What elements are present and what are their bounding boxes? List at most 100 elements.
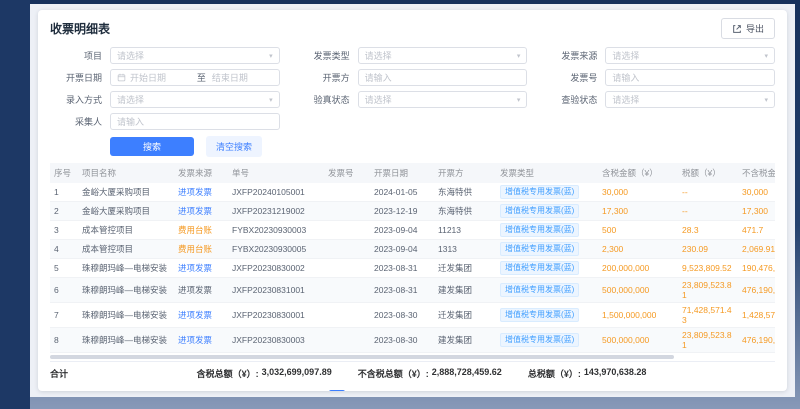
scrollbar-thumb[interactable] bbox=[50, 355, 674, 359]
cell-invoice-type: 增值税专用发票(蓝) bbox=[496, 328, 598, 353]
cell-amount-without-tax: 471.7 bbox=[738, 221, 775, 240]
table-row[interactable]: 4成本管控项目费用台账FYBX202309300052023-09-041313… bbox=[50, 240, 775, 259]
cell-row-index: 4 bbox=[50, 240, 78, 259]
table-row[interactable]: 2金峪大厦采购项目进项发票JXFP202312190022023-12-19东海… bbox=[50, 202, 775, 221]
table-row[interactable]: 1金峪大厦采购项目进项发票JXFP202401050012024-01-05东海… bbox=[50, 183, 775, 202]
filter-grid: 项目请选择▾发票类型请选择▾发票来源请选择▾开票日期开始日期至结束日期开票方发票… bbox=[50, 47, 775, 130]
search-button[interactable]: 搜索 bbox=[110, 137, 194, 156]
chevron-down-icon: ▾ bbox=[764, 52, 768, 60]
cell-order-no: JXFP20230830001 bbox=[228, 303, 324, 328]
page-button-3[interactable]: 3 bbox=[365, 390, 381, 391]
page-button-4[interactable]: 4 bbox=[383, 390, 399, 391]
table-row[interactable]: 7珠穆朗玛峰—电梯安装进项发票JXFP202308300012023-08-30… bbox=[50, 303, 775, 328]
cell-amount-with-tax: 17,300 bbox=[598, 202, 678, 221]
column-header: 含税金额（¥） bbox=[598, 163, 678, 183]
invoice-source-select[interactable]: 请选择▾ bbox=[605, 47, 775, 64]
cell-amount-without-tax: 190,476,190.48 bbox=[738, 259, 775, 278]
cell-invoice-source: 进项发票 bbox=[174, 328, 228, 353]
cell-issuer: 建发集团 bbox=[434, 278, 496, 303]
table-row[interactable]: 8珠穆朗玛峰—电梯安装进项发票JXFP202308300032023-08-30… bbox=[50, 328, 775, 353]
cell-row-index: 2 bbox=[50, 202, 78, 221]
cell-amount-without-tax: 476,190,476.19 bbox=[738, 278, 775, 303]
cell-tax-amount: 9,523,809.52 bbox=[678, 259, 738, 278]
cell-amount-with-tax: 30,000 bbox=[598, 183, 678, 202]
cell-invoice-no bbox=[324, 278, 370, 303]
summary-item-value: 3,032,699,097.89 bbox=[262, 367, 332, 380]
cell-invoice-type: 增值税专用发票(蓝) bbox=[496, 240, 598, 259]
cell-invoice-no bbox=[324, 202, 370, 221]
invoice-no-input[interactable] bbox=[612, 73, 768, 83]
filter-actions: 搜索 清空搜索 bbox=[110, 136, 775, 157]
cell-row-index: 3 bbox=[50, 221, 78, 240]
column-header: 序号 bbox=[50, 163, 78, 183]
column-header: 项目名称 bbox=[78, 163, 174, 183]
end-date-placeholder: 结束日期 bbox=[212, 71, 273, 84]
summary-item: 含税总额（¥）:3,032,699,097.89 bbox=[197, 367, 332, 380]
goto-page-input[interactable] bbox=[527, 391, 553, 392]
page-button-1[interactable]: 1 bbox=[329, 390, 345, 391]
chevron-down-icon: ▾ bbox=[269, 96, 273, 104]
check-status-select[interactable]: 请选择▾ bbox=[605, 91, 775, 108]
page-button-5[interactable]: 5 bbox=[401, 390, 417, 391]
chevron-down-icon: ▾ bbox=[269, 52, 273, 60]
cell-project-name: 珠穆朗玛峰—电梯安装 bbox=[78, 278, 174, 303]
cell-order-no: JXFP20230831001 bbox=[228, 278, 324, 303]
filter-field-invoice-type: 发票类型请选择▾ bbox=[298, 47, 528, 64]
summary-item: 总税额（¥）:143,970,638.28 bbox=[528, 367, 647, 380]
table-row[interactable]: 5珠穆朗玛峰—电梯安装进项发票JXFP202308300022023-08-31… bbox=[50, 259, 775, 278]
cell-row-index: 1 bbox=[50, 183, 78, 202]
filter-field-invoice-source: 发票来源请选择▾ bbox=[545, 47, 775, 64]
cell-invoice-no bbox=[324, 259, 370, 278]
app-content-area: 收票明细表 导出 项目请选择▾发票类型请选择▾发票来源请选择▾开票日期开始日期至… bbox=[30, 4, 795, 397]
invoice-type-tag: 增值税专用发票(蓝) bbox=[500, 308, 579, 322]
date-range-separator: 至 bbox=[197, 71, 206, 84]
page-button-6[interactable]: 6 bbox=[419, 390, 435, 391]
cell-amount-without-tax: 1,428,571,428.57 bbox=[738, 303, 775, 328]
horizontal-scrollbar[interactable] bbox=[50, 355, 775, 359]
invoice-type-select[interactable]: 请选择▾ bbox=[358, 47, 528, 64]
filter-label: 采集人 bbox=[50, 115, 102, 128]
next-page-button[interactable]: › bbox=[475, 390, 491, 391]
filter-field-collector: 采集人 bbox=[50, 113, 280, 130]
cell-invoice-source: 进项发票 bbox=[174, 303, 228, 328]
summary-item-label: 总税额（¥）: bbox=[528, 367, 581, 380]
invoice-type-tag: 增值税专用发票(蓝) bbox=[500, 283, 579, 297]
issuer-input[interactable] bbox=[365, 73, 521, 83]
chevron-down-icon: ▾ bbox=[517, 52, 521, 60]
cell-tax-amount: 28.3 bbox=[678, 221, 738, 240]
chevron-down-icon: ▾ bbox=[764, 96, 768, 104]
summary-items: 含税总额（¥）:3,032,699,097.89不含税总额（¥）:2,888,7… bbox=[68, 367, 775, 380]
invoice-table: 序号项目名称发票来源单号发票号开票日期开票方发票类型含税金额（¥）税额（¥）不含… bbox=[50, 163, 775, 353]
select-placeholder: 请选择 bbox=[365, 49, 517, 62]
column-header: 单号 bbox=[228, 163, 324, 183]
collector-input[interactable] bbox=[117, 117, 273, 127]
filter-field-project: 项目请选择▾ bbox=[50, 47, 280, 64]
cell-project-name: 珠穆朗玛峰—电梯安装 bbox=[78, 259, 174, 278]
cell-invoice-type: 增值税专用发票(蓝) bbox=[496, 183, 598, 202]
entry-method-select[interactable]: 请选择▾ bbox=[110, 91, 280, 108]
page-button-8[interactable]: 8 bbox=[455, 390, 471, 391]
verify-status-select[interactable]: 请选择▾ bbox=[358, 91, 528, 108]
table-row[interactable]: 3成本管控项目费用台账FYBX202309300032023-09-041121… bbox=[50, 221, 775, 240]
clear-search-button[interactable]: 清空搜索 bbox=[206, 136, 262, 157]
cell-tax-amount: 230.09 bbox=[678, 240, 738, 259]
cell-invoice-date: 2023-08-31 bbox=[370, 278, 434, 303]
summary-total-label: 合计 bbox=[50, 367, 68, 380]
calendar-icon bbox=[117, 73, 126, 82]
prev-page-button[interactable]: ‹ bbox=[309, 390, 325, 391]
project-select[interactable]: 请选择▾ bbox=[110, 47, 280, 64]
export-button[interactable]: 导出 bbox=[721, 18, 775, 39]
cell-amount-with-tax: 500,000,000 bbox=[598, 328, 678, 353]
pagination: 共 142 条 ‹ 123456···8 › 前往 页 bbox=[50, 385, 775, 391]
cell-order-no: JXFP20231219002 bbox=[228, 202, 324, 221]
column-header: 发票类型 bbox=[496, 163, 598, 183]
table-row[interactable]: 6珠穆朗玛峰—电梯安装进项发票JXFP202308310012023-08-31… bbox=[50, 278, 775, 303]
page-button-2[interactable]: 2 bbox=[347, 390, 363, 391]
cell-invoice-no bbox=[324, 183, 370, 202]
cell-amount-with-tax: 500,000,000 bbox=[598, 278, 678, 303]
column-header: 发票来源 bbox=[174, 163, 228, 183]
cell-invoice-type: 增值税专用发票(蓝) bbox=[496, 221, 598, 240]
cell-invoice-date: 2023-08-31 bbox=[370, 259, 434, 278]
invoice-date-daterange[interactable]: 开始日期至结束日期 bbox=[110, 69, 280, 86]
cell-amount-with-tax: 500 bbox=[598, 221, 678, 240]
